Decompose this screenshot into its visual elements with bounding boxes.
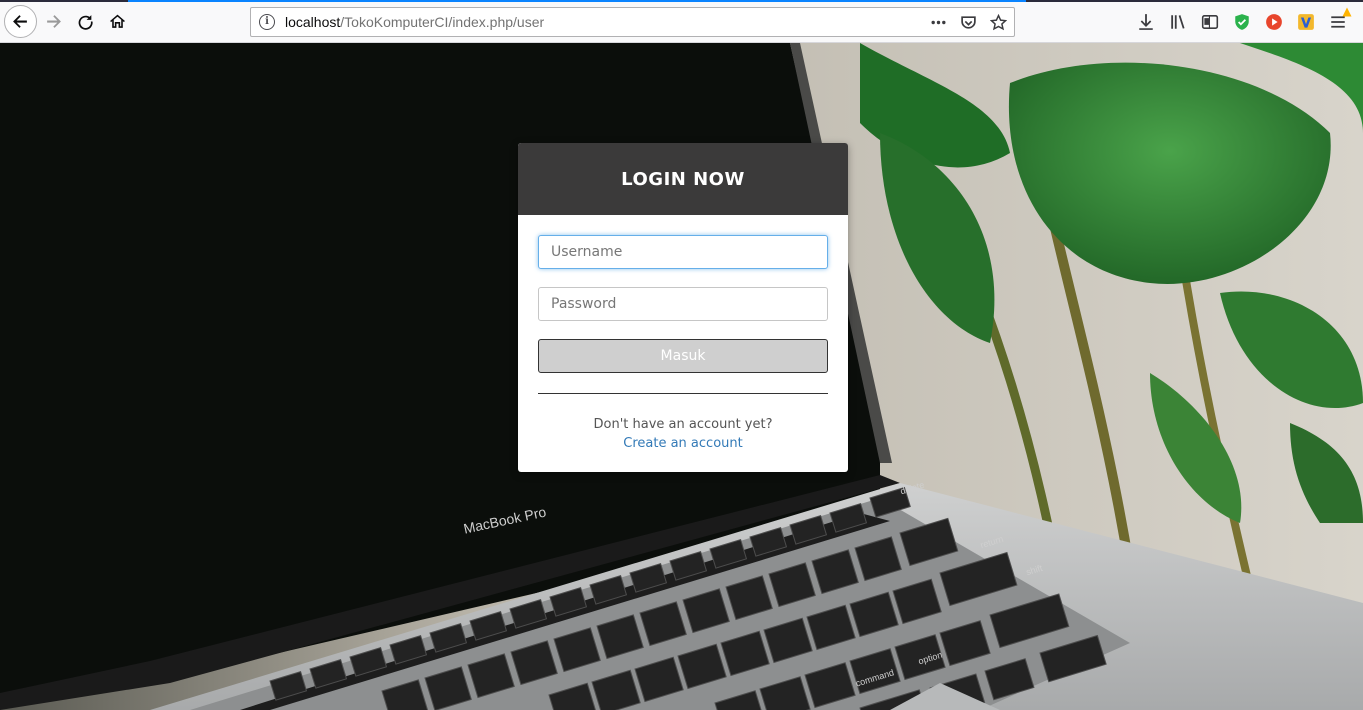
login-submit-button[interactable]: Masuk [538, 339, 828, 373]
shield-extension-button[interactable] [1230, 11, 1254, 33]
play-extension-button[interactable] [1262, 11, 1286, 33]
pocket-button[interactable] [958, 12, 978, 32]
password-input[interactable] [538, 287, 828, 321]
back-icon [13, 15, 27, 28]
reload-icon [78, 14, 93, 30]
active-tab-indicator [128, 0, 1026, 2]
url-text[interactable]: localhost/TokoKomputerCI/index.php/user [285, 14, 544, 30]
url-host: localhost [285, 14, 341, 30]
site-info-icon[interactable]: i [259, 14, 275, 30]
page-actions-icon [930, 20, 946, 24]
back-button[interactable] [4, 5, 37, 38]
page-actions-button[interactable] [928, 12, 948, 32]
login-header: LOGIN NOW [518, 143, 848, 215]
form-divider [538, 393, 828, 394]
downloads-button[interactable] [1134, 11, 1158, 33]
url-bar[interactable]: i localhost/TokoKomputerCI/index.php/use… [250, 7, 1015, 37]
library-icon [1171, 15, 1185, 29]
v-extension-button[interactable] [1294, 11, 1318, 33]
sidebar-icon [1201, 15, 1219, 29]
v-extension-icon [1298, 14, 1314, 30]
forward-button[interactable] [38, 6, 68, 36]
library-button[interactable] [1166, 11, 1190, 33]
bookmark-star-icon [989, 13, 1007, 30]
forward-icon [46, 14, 61, 28]
login-form: Masuk Don't have an account yet? Create … [518, 215, 848, 453]
shield-extension-icon [1235, 14, 1249, 30]
login-card: LOGIN NOW Masuk Don't have an account ye… [518, 143, 848, 472]
page-viewport: MacBook Pro delete return shift option c… [0, 43, 1363, 710]
reload-button[interactable] [70, 6, 100, 36]
sidebar-button[interactable] [1198, 11, 1222, 33]
play-extension-icon [1266, 14, 1282, 30]
home-icon [109, 14, 125, 28]
bookmark-button[interactable] [988, 12, 1008, 32]
home-button[interactable] [102, 6, 132, 36]
update-warning-icon [1342, 7, 1352, 17]
tab-strip [0, 0, 1363, 2]
browser-toolbar: i localhost/TokoKomputerCI/index.php/use… [0, 0, 1363, 43]
url-path: /TokoKomputerCI/index.php/user [340, 14, 545, 30]
menu-button[interactable] [1326, 7, 1352, 33]
pocket-icon [960, 15, 976, 29]
login-title: LOGIN NOW [621, 168, 745, 190]
signup-prompt: Don't have an account yet? [593, 417, 773, 432]
username-input[interactable] [538, 235, 828, 269]
download-icon [1139, 14, 1153, 30]
create-account-link[interactable]: Create an account [538, 434, 828, 453]
